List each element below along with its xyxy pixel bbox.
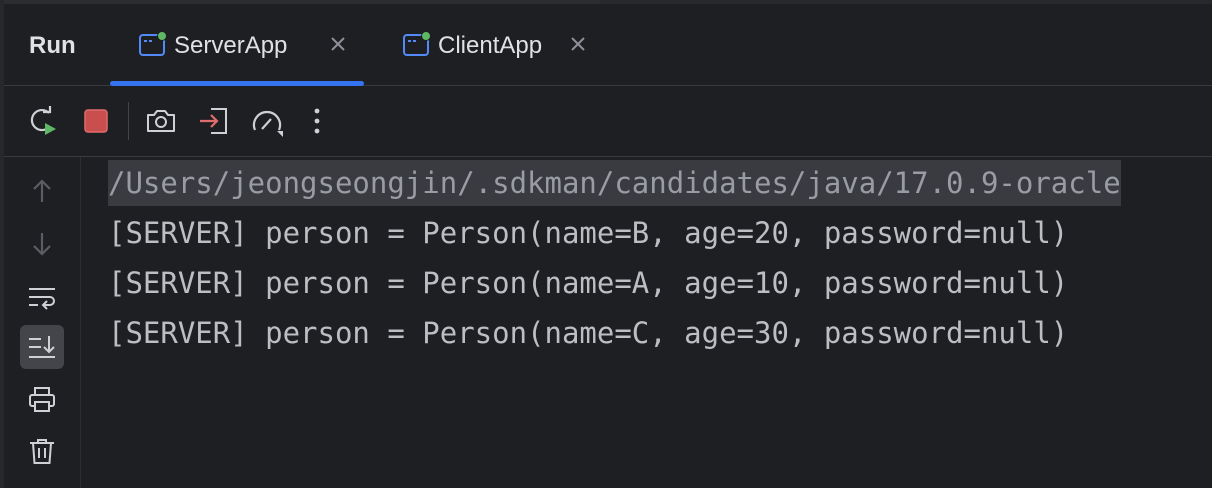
tab-label: ServerApp — [174, 32, 288, 59]
stop-icon[interactable] — [79, 104, 113, 138]
console-gutter — [4, 157, 81, 488]
scroll-to-end-button[interactable] — [20, 325, 64, 369]
arrow-up-icon — [33, 179, 51, 202]
camera-icon[interactable] — [144, 104, 178, 138]
run-panel-title: Run — [29, 32, 76, 59]
console-line: [SERVER] person = Person(name=C, age=30,… — [108, 316, 1069, 350]
clear-button[interactable] — [20, 429, 64, 473]
toolbar-separator — [128, 102, 129, 140]
console-output[interactable]: /Users/jeongseongjin/.sdkman/candidates/… — [81, 157, 1212, 488]
arrow-down-button[interactable] — [20, 222, 64, 266]
app-window-icon — [139, 31, 167, 56]
console-line: [SERVER] person = Person(name=B, age=20,… — [108, 216, 1069, 250]
print-icon — [29, 387, 55, 412]
tab-label: ClientApp — [438, 32, 543, 59]
more-vertical-icon[interactable] — [300, 104, 334, 138]
arrow-up-button[interactable] — [20, 169, 64, 213]
running-indicator — [158, 32, 166, 40]
soft-wrap-button[interactable] — [20, 275, 64, 319]
arrow-down-icon — [33, 233, 51, 256]
run-tab-bar: Run ServerApp ClientApp — [4, 4, 1212, 86]
scroll-to-end-icon — [29, 336, 55, 358]
run-toolbar — [4, 86, 1212, 157]
console-line: [SERVER] person = Person(name=A, age=10,… — [108, 266, 1069, 300]
exit-icon[interactable] — [197, 104, 231, 138]
speedometer-icon[interactable] — [250, 104, 284, 138]
close-icon[interactable] — [328, 34, 348, 54]
tab-serverapp[interactable]: ServerApp — [110, 4, 364, 86]
rerun-icon[interactable] — [26, 104, 60, 138]
soft-wrap-icon — [29, 288, 55, 310]
print-button[interactable] — [20, 378, 64, 422]
close-icon[interactable] — [568, 34, 588, 54]
trash-icon — [30, 439, 54, 464]
running-indicator — [422, 32, 430, 40]
tab-clientapp[interactable]: ClientApp — [374, 4, 604, 85]
app-window-icon — [403, 31, 431, 56]
console-command-line: /Users/jeongseongjin/.sdkman/candidates/… — [108, 160, 1121, 206]
